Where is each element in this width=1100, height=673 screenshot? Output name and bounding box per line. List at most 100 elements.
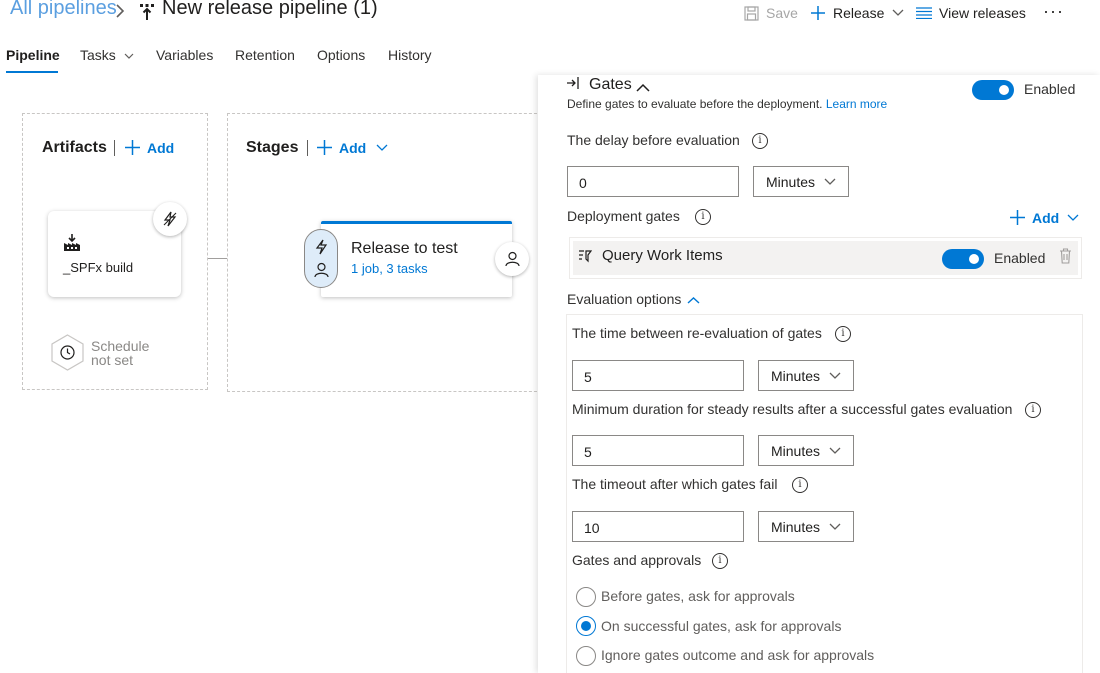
artifacts-title: Artifacts xyxy=(42,139,107,156)
separator xyxy=(307,140,308,156)
reevaluation-label: The time between re-evaluation of gates xyxy=(572,325,822,341)
chevron-down-icon xyxy=(1067,214,1079,221)
separator xyxy=(114,140,115,156)
stage-card[interactable]: Release to test 1 job, 3 tasks xyxy=(321,221,512,297)
chevron-up-icon[interactable] xyxy=(687,296,700,304)
evaluation-options-label: Evaluation options xyxy=(567,291,682,307)
gates-subtitle: Define gates to evaluate before the depl… xyxy=(567,97,887,111)
deployment-gates-label: Deployment gates xyxy=(567,208,680,224)
gates-approvals-label: Gates and approvals xyxy=(572,552,702,568)
connector-line xyxy=(208,258,227,259)
chevron-up-icon[interactable] xyxy=(636,83,650,92)
tab-pipeline[interactable]: Pipeline xyxy=(6,47,60,63)
info-icon[interactable]: i xyxy=(752,133,768,149)
gates-title: Gates xyxy=(589,76,632,93)
gate-enabled-label: Enabled xyxy=(994,250,1046,266)
chevron-down-icon xyxy=(829,372,841,379)
radio-on-successful-gates-label: On successful gates, ask for approvals xyxy=(601,618,842,634)
view-releases-button[interactable]: View releases xyxy=(916,2,1026,24)
delay-input[interactable]: 0 xyxy=(567,166,739,197)
radio-ignore-gates[interactable] xyxy=(576,646,596,666)
chevron-down-icon xyxy=(829,447,841,454)
page-title: New release pipeline (1) xyxy=(162,0,378,19)
release-button[interactable]: Release xyxy=(810,2,904,24)
timeout-unit-value: Minutes xyxy=(771,518,821,535)
save-icon xyxy=(744,5,759,21)
chevron-down-icon xyxy=(829,523,841,530)
delay-unit-dropdown[interactable]: Minutes xyxy=(753,166,849,197)
list-icon xyxy=(916,7,932,19)
min-duration-unit-value: Minutes xyxy=(771,442,821,459)
plus-icon xyxy=(1010,210,1025,225)
more-options-button[interactable]: ··· xyxy=(1043,1,1064,22)
chevron-down-icon xyxy=(824,178,836,185)
view-releases-label: View releases xyxy=(939,5,1026,21)
timeout-input[interactable]: 10 xyxy=(572,511,744,542)
gate-row-inner: Query Work Items Enabled xyxy=(573,241,1078,275)
gate-enabled-toggle[interactable] xyxy=(942,249,984,269)
info-icon[interactable]: i xyxy=(695,209,711,225)
gates-enabled-toggle[interactable] xyxy=(972,80,1014,100)
reevaluation-unit-dropdown[interactable]: Minutes xyxy=(758,360,854,391)
add-artifact-button[interactable]: Add xyxy=(124,139,174,156)
radio-before-gates[interactable] xyxy=(576,587,596,607)
clock-icon xyxy=(51,334,84,371)
add-stage-label: Add xyxy=(339,139,367,156)
schedule-label-line2: not set xyxy=(91,352,134,368)
timeout-unit-dropdown[interactable]: Minutes xyxy=(758,511,854,542)
tab-options[interactable]: Options xyxy=(317,47,365,63)
artifact-name: _SPFx build xyxy=(63,260,134,275)
add-stage-button[interactable]: Add xyxy=(316,139,394,156)
plus-icon xyxy=(125,140,140,155)
breadcrumb-all-pipelines[interactable]: All pipelines xyxy=(10,0,117,20)
info-icon[interactable]: i xyxy=(792,477,808,493)
min-duration-input[interactable]: 5 xyxy=(572,435,744,466)
radio-before-gates-label: Before gates, ask for approvals xyxy=(601,588,795,604)
add-gate-label: Add xyxy=(1032,209,1060,226)
tab-variables[interactable]: Variables xyxy=(156,47,213,63)
tab-tasks-label: Tasks xyxy=(80,47,116,63)
save-button[interactable]: Save xyxy=(744,2,798,24)
lightning-icon xyxy=(315,239,328,255)
pipeline-icon xyxy=(140,4,154,20)
radio-ignore-gates-label: Ignore gates outcome and ask for approva… xyxy=(601,647,875,663)
top-header: All pipelines New release pipeline (1) S… xyxy=(0,0,1100,28)
schedule-trigger-button[interactable]: Schedule not set xyxy=(50,334,160,374)
gates-enabled-label: Enabled xyxy=(1024,81,1076,97)
gate-row-query-work-items[interactable]: Query Work Items Enabled xyxy=(569,237,1082,279)
reevaluation-input[interactable]: 5 xyxy=(572,360,744,391)
gates-entry-icon xyxy=(567,77,579,89)
save-label: Save xyxy=(766,5,798,21)
post-deployment-conditions-button[interactable] xyxy=(495,242,529,276)
tab-history[interactable]: History xyxy=(388,47,432,63)
radio-on-successful-gates[interactable] xyxy=(576,616,596,636)
stages-title: Stages xyxy=(246,139,299,156)
reevaluation-unit-value: Minutes xyxy=(771,367,821,384)
delay-unit-value: Minutes xyxy=(766,173,816,190)
chevron-down-icon xyxy=(892,9,904,16)
chevron-down-icon xyxy=(124,53,134,59)
info-icon[interactable]: i xyxy=(1025,402,1041,418)
query-icon xyxy=(579,250,592,263)
add-gate-button[interactable]: Add xyxy=(1009,209,1085,226)
timeout-label: The timeout after which gates fail xyxy=(572,476,778,492)
continuous-deployment-trigger-button[interactable] xyxy=(153,202,187,236)
delay-label: The delay before evaluation xyxy=(567,132,740,148)
min-duration-unit-dropdown[interactable]: Minutes xyxy=(758,435,854,466)
tab-tasks[interactable]: Tasks xyxy=(80,47,134,63)
active-tab-indicator xyxy=(6,71,58,73)
person-icon xyxy=(314,262,329,278)
tab-retention[interactable]: Retention xyxy=(235,47,295,63)
stage-name: Release to test xyxy=(351,240,458,257)
learn-more-link[interactable]: Learn more xyxy=(826,97,887,111)
info-icon[interactable]: i xyxy=(835,326,851,342)
build-artifact-icon xyxy=(64,234,80,251)
plus-icon xyxy=(811,6,825,20)
trash-icon[interactable] xyxy=(1059,248,1072,264)
person-icon xyxy=(504,251,520,267)
release-label: Release xyxy=(833,5,885,21)
pre-deployment-conditions-button[interactable] xyxy=(304,229,338,288)
stage-detail-link[interactable]: 1 job, 3 tasks xyxy=(351,261,428,276)
plus-icon xyxy=(317,140,332,155)
info-icon[interactable]: i xyxy=(712,553,728,569)
